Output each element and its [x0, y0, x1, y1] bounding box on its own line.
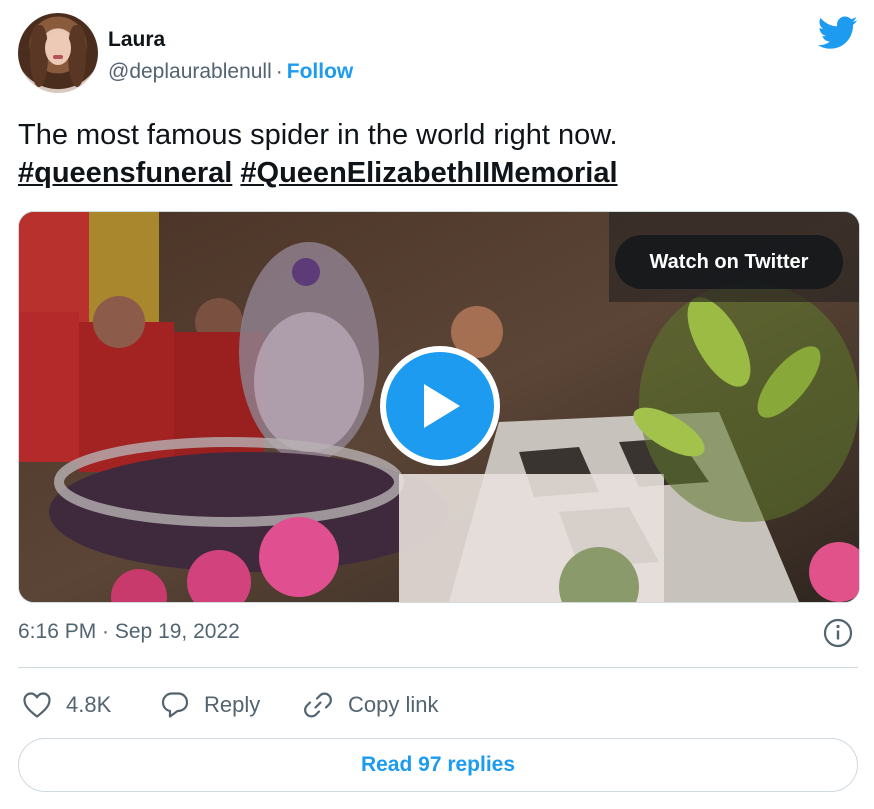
user-handle[interactable]: @deplaurablenull — [108, 60, 272, 83]
user-handle-line: @deplaurablenull · Follow — [108, 60, 353, 84]
info-icon[interactable] — [823, 618, 853, 648]
copy-link-label: Copy link — [348, 692, 439, 717]
play-button-inner — [386, 352, 494, 460]
play-button[interactable] — [380, 346, 500, 466]
tweet-timestamp[interactable]: 6:16 PM · Sep 19, 2022 — [18, 620, 240, 644]
follow-button[interactable]: Follow — [287, 60, 354, 83]
avatar[interactable] — [18, 13, 98, 93]
avatar-face — [45, 31, 71, 65]
reply-bubble-icon — [161, 692, 189, 718]
watch-on-twitter-button[interactable]: Watch on Twitter — [615, 235, 843, 289]
hashtag-link[interactable]: #queensfuneral — [18, 157, 232, 189]
read-replies-button[interactable]: Read 97 replies — [18, 738, 858, 792]
like-count: 4.8K — [66, 692, 112, 717]
hashtag-link[interactable]: #QueenElizabethIIMemorial — [240, 157, 617, 189]
copy-link-button[interactable]: Copy link — [302, 688, 438, 722]
handle-separator: · — [275, 60, 283, 83]
reply-label: Reply — [204, 692, 261, 717]
avatar-hair-left — [30, 25, 48, 87]
like-button[interactable]: 4.8K — [22, 688, 111, 722]
reply-button[interactable]: Reply — [160, 688, 260, 722]
avatar-lips — [53, 55, 63, 59]
tweet-text: The most famous spider in the world righ… — [18, 116, 858, 192]
user-name[interactable]: Laura — [108, 28, 165, 52]
twitter-bird-icon[interactable] — [818, 16, 858, 50]
tweet-body: The most famous spider in the world righ… — [18, 119, 618, 151]
avatar-hair-right — [68, 25, 86, 87]
link-icon — [304, 692, 332, 718]
heart-icon — [23, 692, 51, 718]
embedded-tweet: Laura @deplaurablenull · Follow The most f… — [0, 0, 874, 809]
divider — [18, 667, 858, 668]
tweet-hashtags: #queensfuneral #QueenElizabethIIMemorial — [18, 154, 858, 192]
play-icon — [424, 384, 460, 428]
